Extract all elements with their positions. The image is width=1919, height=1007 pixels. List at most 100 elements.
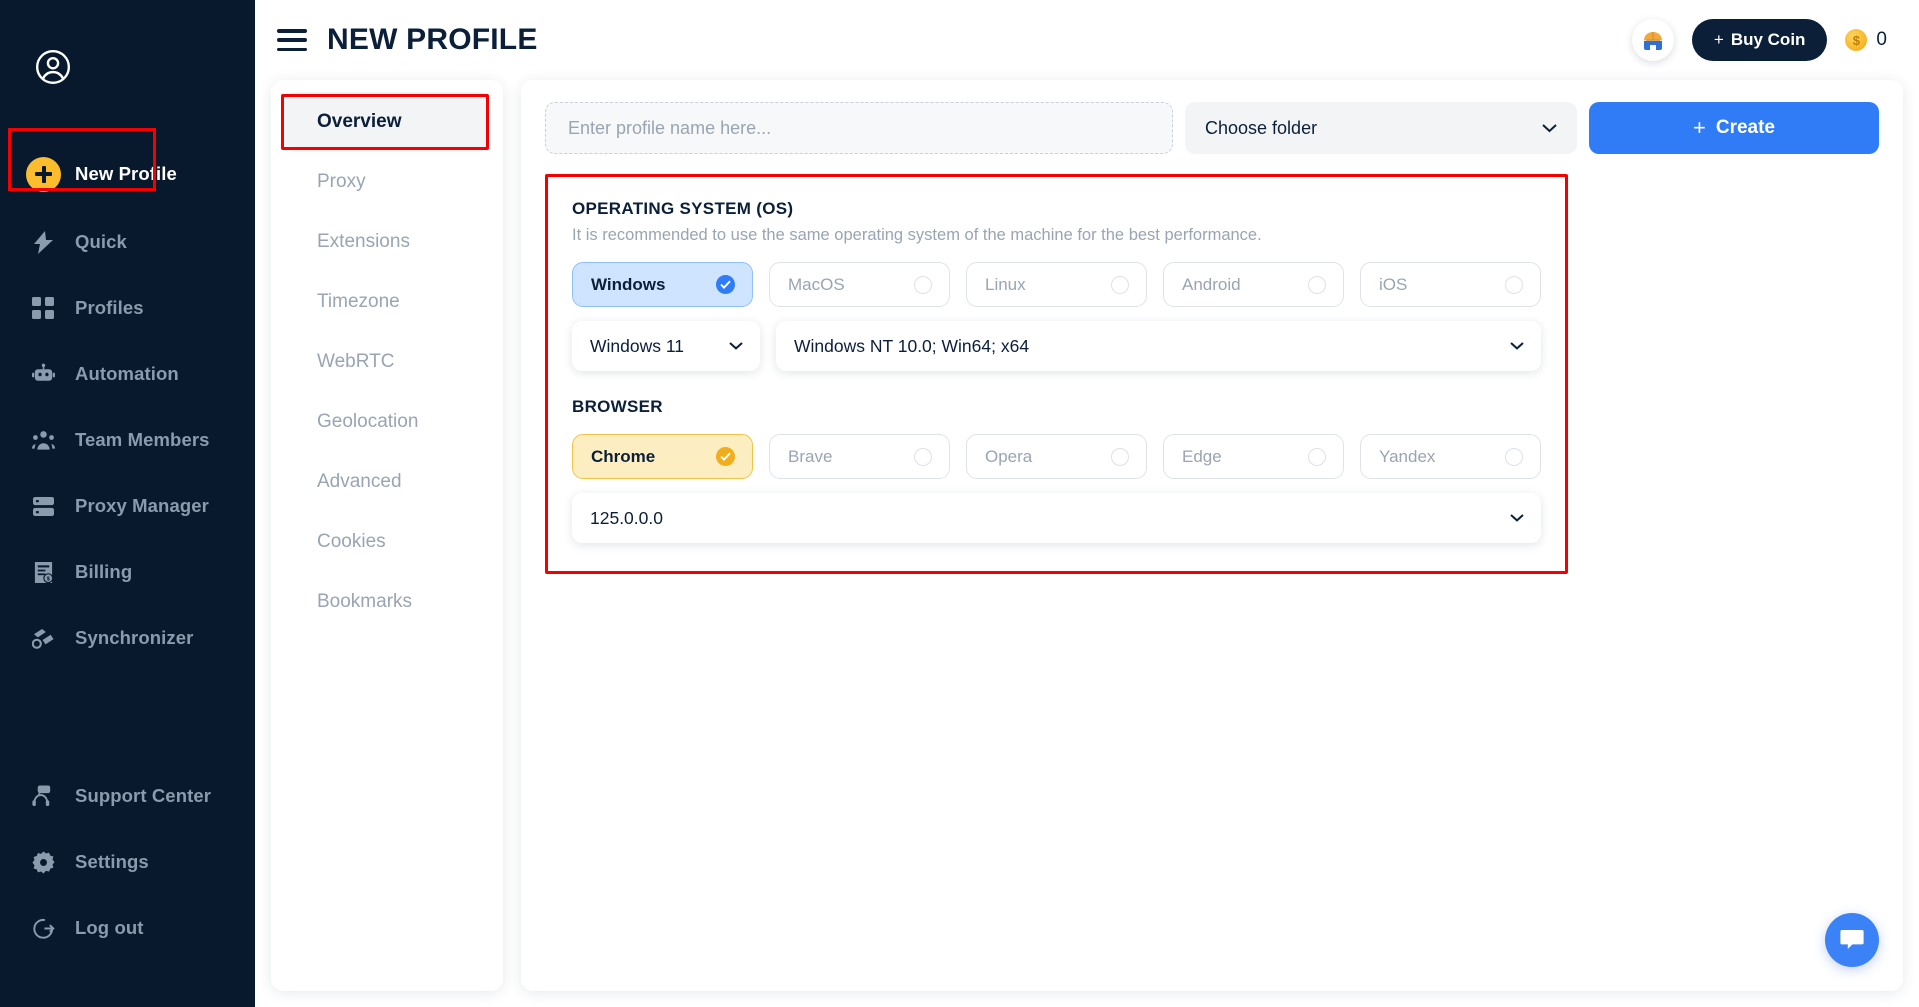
sidebar-item-label: Profiles <box>75 297 144 318</box>
users-icon <box>28 428 58 452</box>
profile-name-input[interactable] <box>545 102 1173 154</box>
sidebar-item-label: Automation <box>75 363 179 384</box>
chevron-down-icon <box>1542 123 1557 133</box>
sidebar-item-label: Billing <box>75 561 133 582</box>
sidebar-item-new-profile[interactable]: New Profile <box>0 139 255 209</box>
browser-options: Chrome Brave Opera Edge Yandex <box>572 434 1541 479</box>
user-agent-select[interactable]: Windows NT 10.0; Win64; x64 <box>776 321 1541 371</box>
check-icon <box>716 447 735 466</box>
os-option-label: Android <box>1182 274 1241 294</box>
tab-advanced[interactable]: Advanced <box>285 452 489 512</box>
folder-select-value: Choose folder <box>1205 117 1318 138</box>
server-icon <box>28 494 58 518</box>
header-actions: + Buy Coin $ 0 <box>1631 19 1887 61</box>
sidebar-item-label: Proxy Manager <box>75 495 209 516</box>
browser-version-select[interactable]: 125.0.0.0 <box>572 493 1541 543</box>
browser-option-yandex[interactable]: Yandex <box>1360 434 1541 479</box>
browser-option-label: Opera <box>985 446 1033 466</box>
settings-tabs: Overview Proxy Extensions Timezone WebRT… <box>271 80 503 991</box>
tab-label: Proxy <box>317 171 366 192</box>
sidebar-item-synchronizer[interactable]: Synchronizer <box>0 605 255 671</box>
sidebar-item-label: Synchronizer <box>75 627 194 648</box>
tab-overview[interactable]: Overview <box>285 92 489 152</box>
os-option-linux[interactable]: Linux <box>966 262 1147 307</box>
os-option-label: MacOS <box>788 274 845 294</box>
radio-icon <box>914 447 932 466</box>
create-label: Create <box>1715 117 1775 138</box>
sidebar-item-automation[interactable]: Automation <box>0 341 255 407</box>
browser-option-chrome[interactable]: Chrome <box>572 434 753 479</box>
sidebar: New Profile Quick Profiles Automation Te… <box>0 0 255 1007</box>
user-circle-icon[interactable] <box>34 49 72 90</box>
radio-icon <box>914 275 932 294</box>
overview-panel: Choose folder + Create OPERATING SYSTEM … <box>521 80 1903 991</box>
os-option-label: Linux <box>985 274 1026 294</box>
sidebar-item-team-members[interactable]: Team Members <box>0 407 255 473</box>
os-version-row: Windows 11 Windows NT 10.0; Win64; x64 <box>572 321 1541 371</box>
plus-glyph: + <box>1692 115 1706 140</box>
os-option-windows[interactable]: Windows <box>572 262 753 307</box>
sidebar-item-label: New Profile <box>75 163 177 184</box>
sidebar-item-label: Log out <box>75 917 144 938</box>
os-section-subtitle: It is recommended to use the same operat… <box>572 226 1262 244</box>
browser-option-label: Brave <box>788 446 833 466</box>
gear-icon <box>28 850 58 874</box>
tab-geolocation[interactable]: Geolocation <box>285 392 489 452</box>
browser-option-label: Edge <box>1182 446 1222 466</box>
folder-select[interactable]: Choose folder <box>1185 102 1577 154</box>
flag-icon[interactable] <box>1631 19 1674 61</box>
sidebar-item-label: Quick <box>75 231 127 252</box>
radio-icon <box>1308 275 1326 294</box>
browser-option-edge[interactable]: Edge <box>1163 434 1344 479</box>
sidebar-item-profiles[interactable]: Profiles <box>0 275 255 341</box>
grid-icon <box>28 296 58 320</box>
sidebar-item-settings[interactable]: Settings <box>0 829 255 895</box>
buy-coin-button[interactable]: + Buy Coin <box>1691 19 1828 61</box>
sidebar-item-billing[interactable]: $ Billing <box>0 539 255 605</box>
browser-option-label: Chrome <box>591 446 656 466</box>
avatar-container[interactable] <box>0 0 255 91</box>
hamburger-icon[interactable] <box>277 29 307 51</box>
browser-section-title: BROWSER <box>572 397 663 416</box>
os-option-label: Windows <box>591 274 666 294</box>
tab-bookmarks[interactable]: Bookmarks <box>285 572 489 632</box>
coin-count: 0 <box>1876 29 1887 50</box>
browser-option-opera[interactable]: Opera <box>966 434 1147 479</box>
tab-label: Geolocation <box>317 411 419 432</box>
os-version-select[interactable]: Windows 11 <box>572 321 760 371</box>
os-option-macos[interactable]: MacOS <box>769 262 950 307</box>
sidebar-item-proxy-manager[interactable]: Proxy Manager <box>0 473 255 539</box>
page-title: NEW PROFILE <box>327 23 538 56</box>
top-header: NEW PROFILE + Buy Coin $ 0 <box>255 0 1919 80</box>
tab-label: Bookmarks <box>317 591 413 612</box>
chat-bubble-icon[interactable] <box>1825 913 1879 967</box>
tab-timezone[interactable]: Timezone <box>285 272 489 332</box>
content-area: Overview Proxy Extensions Timezone WebRT… <box>255 80 1919 1007</box>
radio-icon <box>1111 275 1129 294</box>
os-option-android[interactable]: Android <box>1163 262 1344 307</box>
sidebar-item-quick[interactable]: Quick <box>0 209 255 275</box>
tab-cookies[interactable]: Cookies <box>285 512 489 572</box>
browser-option-brave[interactable]: Brave <box>769 434 950 479</box>
tab-label: Cookies <box>317 531 386 552</box>
sidebar-item-support-center[interactable]: Support Center <box>0 763 255 829</box>
chevron-down-icon <box>1510 514 1524 522</box>
profile-toolbar: Choose folder + Create <box>545 102 1879 154</box>
tab-label: Overview <box>317 111 402 132</box>
lightning-icon <box>28 230 58 254</box>
coin-balance[interactable]: $ 0 <box>1845 29 1887 51</box>
tab-label: Advanced <box>317 471 402 492</box>
tab-webrtc[interactable]: WebRTC <box>285 332 489 392</box>
sidebar-item-log-out[interactable]: Log out <box>0 895 255 961</box>
tab-label: Extensions <box>317 231 410 252</box>
app-root: New Profile Quick Profiles Automation Te… <box>0 0 1919 1007</box>
plus-glyph: + <box>1713 30 1724 49</box>
create-button[interactable]: + Create <box>1589 102 1879 154</box>
browser-option-label: Yandex <box>1379 446 1436 466</box>
radio-icon <box>1111 447 1129 466</box>
tab-extensions[interactable]: Extensions <box>285 212 489 272</box>
os-option-ios[interactable]: iOS <box>1360 262 1541 307</box>
user-agent-value: Windows NT 10.0; Win64; x64 <box>794 335 1030 356</box>
tab-proxy[interactable]: Proxy <box>285 152 489 212</box>
plus-circle-icon <box>26 156 61 192</box>
